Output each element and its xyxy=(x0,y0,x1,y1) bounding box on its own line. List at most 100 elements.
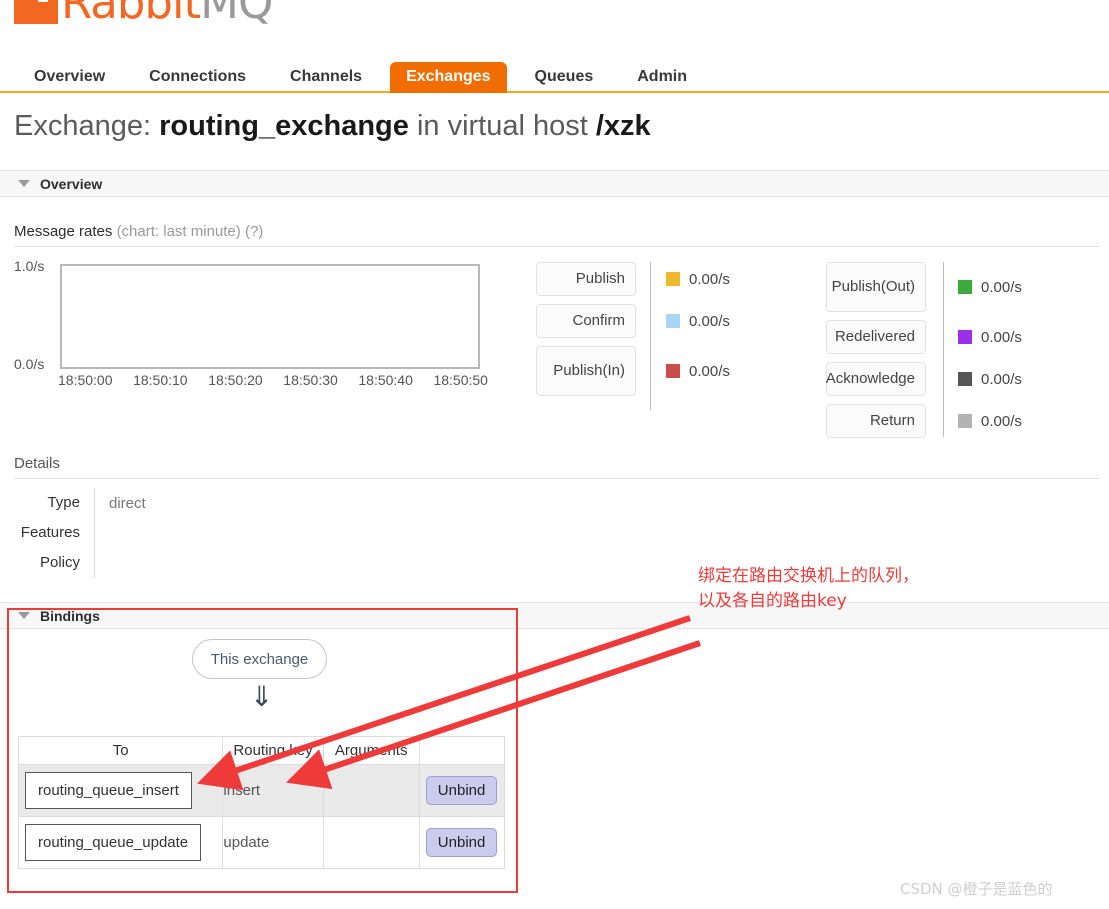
details-row: Type direct xyxy=(0,488,295,518)
details-row: Features xyxy=(0,518,295,548)
stat-value: 0.00/s xyxy=(958,279,1022,296)
stats-divider-right xyxy=(943,262,944,437)
chart-xtick: 18:50:20 xyxy=(208,372,263,388)
trademark-icon: ™ xyxy=(272,0,285,6)
queue-link[interactable]: routing_queue_insert xyxy=(25,772,192,809)
unbind-button[interactable]: Unbind xyxy=(425,828,498,857)
legend-swatch-icon xyxy=(958,330,972,344)
stat-value: 0.00/s xyxy=(958,371,1022,388)
legend-swatch-icon xyxy=(666,314,680,328)
logo-text-mq: MQ xyxy=(200,0,273,29)
chevron-down-icon[interactable] xyxy=(18,612,30,619)
binding-to-cell: routing_queue_update xyxy=(17,816,224,869)
details-key: Type xyxy=(0,488,95,518)
details-value: direct xyxy=(109,494,146,512)
rabbitmq-management-page: RabbitMQ™ Overview Connections Channels Exc… xyxy=(0,0,1109,909)
nav-item-admin[interactable]: Admin xyxy=(621,62,703,93)
stat-button-publish--out-[interactable]: Publish (Out) xyxy=(826,262,926,312)
nav-item-overview[interactable]: Overview xyxy=(18,62,121,93)
bindings-column-header: Routing key xyxy=(222,736,324,765)
page-title: Exchange: routing_exchange in virtual ho… xyxy=(14,110,651,143)
stat-row: Publish (In) 0.00/s xyxy=(536,346,730,396)
stat-button-publish--in-[interactable]: Publish (In) xyxy=(536,346,636,396)
binding-routing-key-cell: update xyxy=(222,816,324,869)
stat-rate-text: 0.00/s xyxy=(689,312,730,330)
bindings-table-row: routing_queue_update update Unbind xyxy=(17,816,506,869)
stat-row: Confirm 0.00/s xyxy=(536,304,730,338)
details-row: Policy xyxy=(0,548,295,578)
stat-rate-text: 0.00/s xyxy=(981,328,1022,346)
brand-logo-strip: RabbitMQ™ xyxy=(0,0,1109,34)
bindings-table-header-row: To Routing key Arguments xyxy=(17,736,506,765)
stat-row: Redelivered 0.00/s xyxy=(826,320,1022,354)
legend-swatch-icon xyxy=(666,364,680,378)
annotation-line-1: 绑定在路由交换机上的队列， xyxy=(698,566,919,586)
message-rates-subtitle: (chart: last minute) xyxy=(116,223,241,240)
message-rates-divider xyxy=(14,246,1099,247)
stat-value: 0.00/s xyxy=(666,271,730,288)
bindings-section-title: Bindings xyxy=(40,607,100,624)
help-link[interactable]: (?) xyxy=(245,223,263,240)
chart-xtick: 18:50:50 xyxy=(433,372,488,388)
nav-item-connections[interactable]: Connections xyxy=(133,62,262,93)
queue-link[interactable]: routing_queue_update xyxy=(25,824,202,861)
watermark: CSDN @橙子是蓝色的 xyxy=(900,880,1053,898)
stat-button-confirm[interactable]: Confirm xyxy=(536,304,636,338)
message-rates-chart: 1.0/s 0.0/s 18:50:00 18:50:10 18:50:20 18:5… xyxy=(0,258,540,388)
legend-swatch-icon xyxy=(666,272,680,286)
bindings-column-header: To xyxy=(17,736,224,765)
unbind-button[interactable]: Unbind xyxy=(425,776,498,805)
chevron-down-icon[interactable] xyxy=(18,180,30,187)
binding-action-cell: Unbind xyxy=(418,816,506,869)
stats-divider-left xyxy=(650,262,651,410)
legend-swatch-icon xyxy=(958,280,972,294)
rabbitmq-logo[interactable]: RabbitMQ™ xyxy=(14,0,285,32)
stat-rate-text: 0.00/s xyxy=(981,370,1022,388)
bindings-section-header[interactable]: Bindings xyxy=(0,602,1109,629)
double-down-arrow-icon: ⇓ xyxy=(250,681,274,712)
nav-item-queues[interactable]: Queues xyxy=(519,62,610,93)
chart-xtick: 18:50:40 xyxy=(358,372,413,388)
details-heading: Details xyxy=(14,455,60,472)
binding-routing-key-cell: insert xyxy=(222,764,324,817)
nav-item-channels[interactable]: Channels xyxy=(274,62,378,93)
page-title-middle: in virtual host xyxy=(408,110,596,142)
binding-action-cell: Unbind xyxy=(418,764,506,817)
overview-section-title: Overview xyxy=(40,175,103,192)
stat-button-publish[interactable]: Publish xyxy=(536,262,636,296)
stat-button-redelivered[interactable]: Redelivered xyxy=(826,320,926,354)
stat-rate-text: 0.00/s xyxy=(689,270,730,288)
message-rates-label: Message rates (chart: last minute) (?) xyxy=(14,223,263,240)
stat-value: 0.00/s xyxy=(958,329,1022,346)
stat-rate-text: 0.00/s xyxy=(981,278,1022,296)
chart-xtick: 18:50:30 xyxy=(283,372,338,388)
annotation-text: 绑定在路由交换机上的队列， 以及各自的路由key xyxy=(698,564,919,613)
binding-arguments-cell xyxy=(322,816,420,869)
stats-column-left: Publish 0.00/s Confirm 0.00/s Publish (In) 0.0… xyxy=(536,262,730,404)
stats-column-right: Publish (Out) 0.00/s Redelivered 0.00/s Ackno… xyxy=(826,262,1022,446)
stat-button-return[interactable]: Return xyxy=(826,404,926,438)
nav-item-exchanges[interactable]: Exchanges xyxy=(390,62,507,93)
chart-ytick-top: 1.0/s xyxy=(14,258,45,274)
chart-plot-area xyxy=(60,264,480,369)
stat-row: Return 0.00/s xyxy=(826,404,1022,438)
main-navigation: Overview Connections Channels Exchanges Queu… xyxy=(0,55,1109,93)
this-exchange-node[interactable]: This exchange xyxy=(192,639,327,679)
binding-to-cell: routing_queue_insert xyxy=(17,764,224,817)
page-title-vhost: /xzk xyxy=(595,110,651,142)
legend-swatch-icon xyxy=(958,372,972,386)
binding-arguments-cell xyxy=(322,764,420,817)
chart-xtick: 18:50:10 xyxy=(133,372,188,388)
stat-rate-text: 0.00/s xyxy=(689,362,730,380)
legend-swatch-icon xyxy=(958,414,972,428)
page-title-exchange-name: routing_exchange xyxy=(159,110,409,142)
stat-button-acknowledge[interactable]: Acknowledge xyxy=(826,362,926,396)
details-table: Type direct Features Policy xyxy=(0,488,295,578)
chart-ytick-bottom: 0.0/s xyxy=(14,356,45,372)
overview-section-header[interactable]: Overview xyxy=(0,170,1109,197)
chart-xtick: 18:50:00 xyxy=(58,372,113,388)
rabbitmq-logo-text: RabbitMQ™ xyxy=(61,0,285,29)
stat-row: Publish (Out) 0.00/s xyxy=(826,262,1022,312)
stat-value: 0.00/s xyxy=(666,313,730,330)
logo-text-rabbit: Rabbit xyxy=(61,0,201,29)
